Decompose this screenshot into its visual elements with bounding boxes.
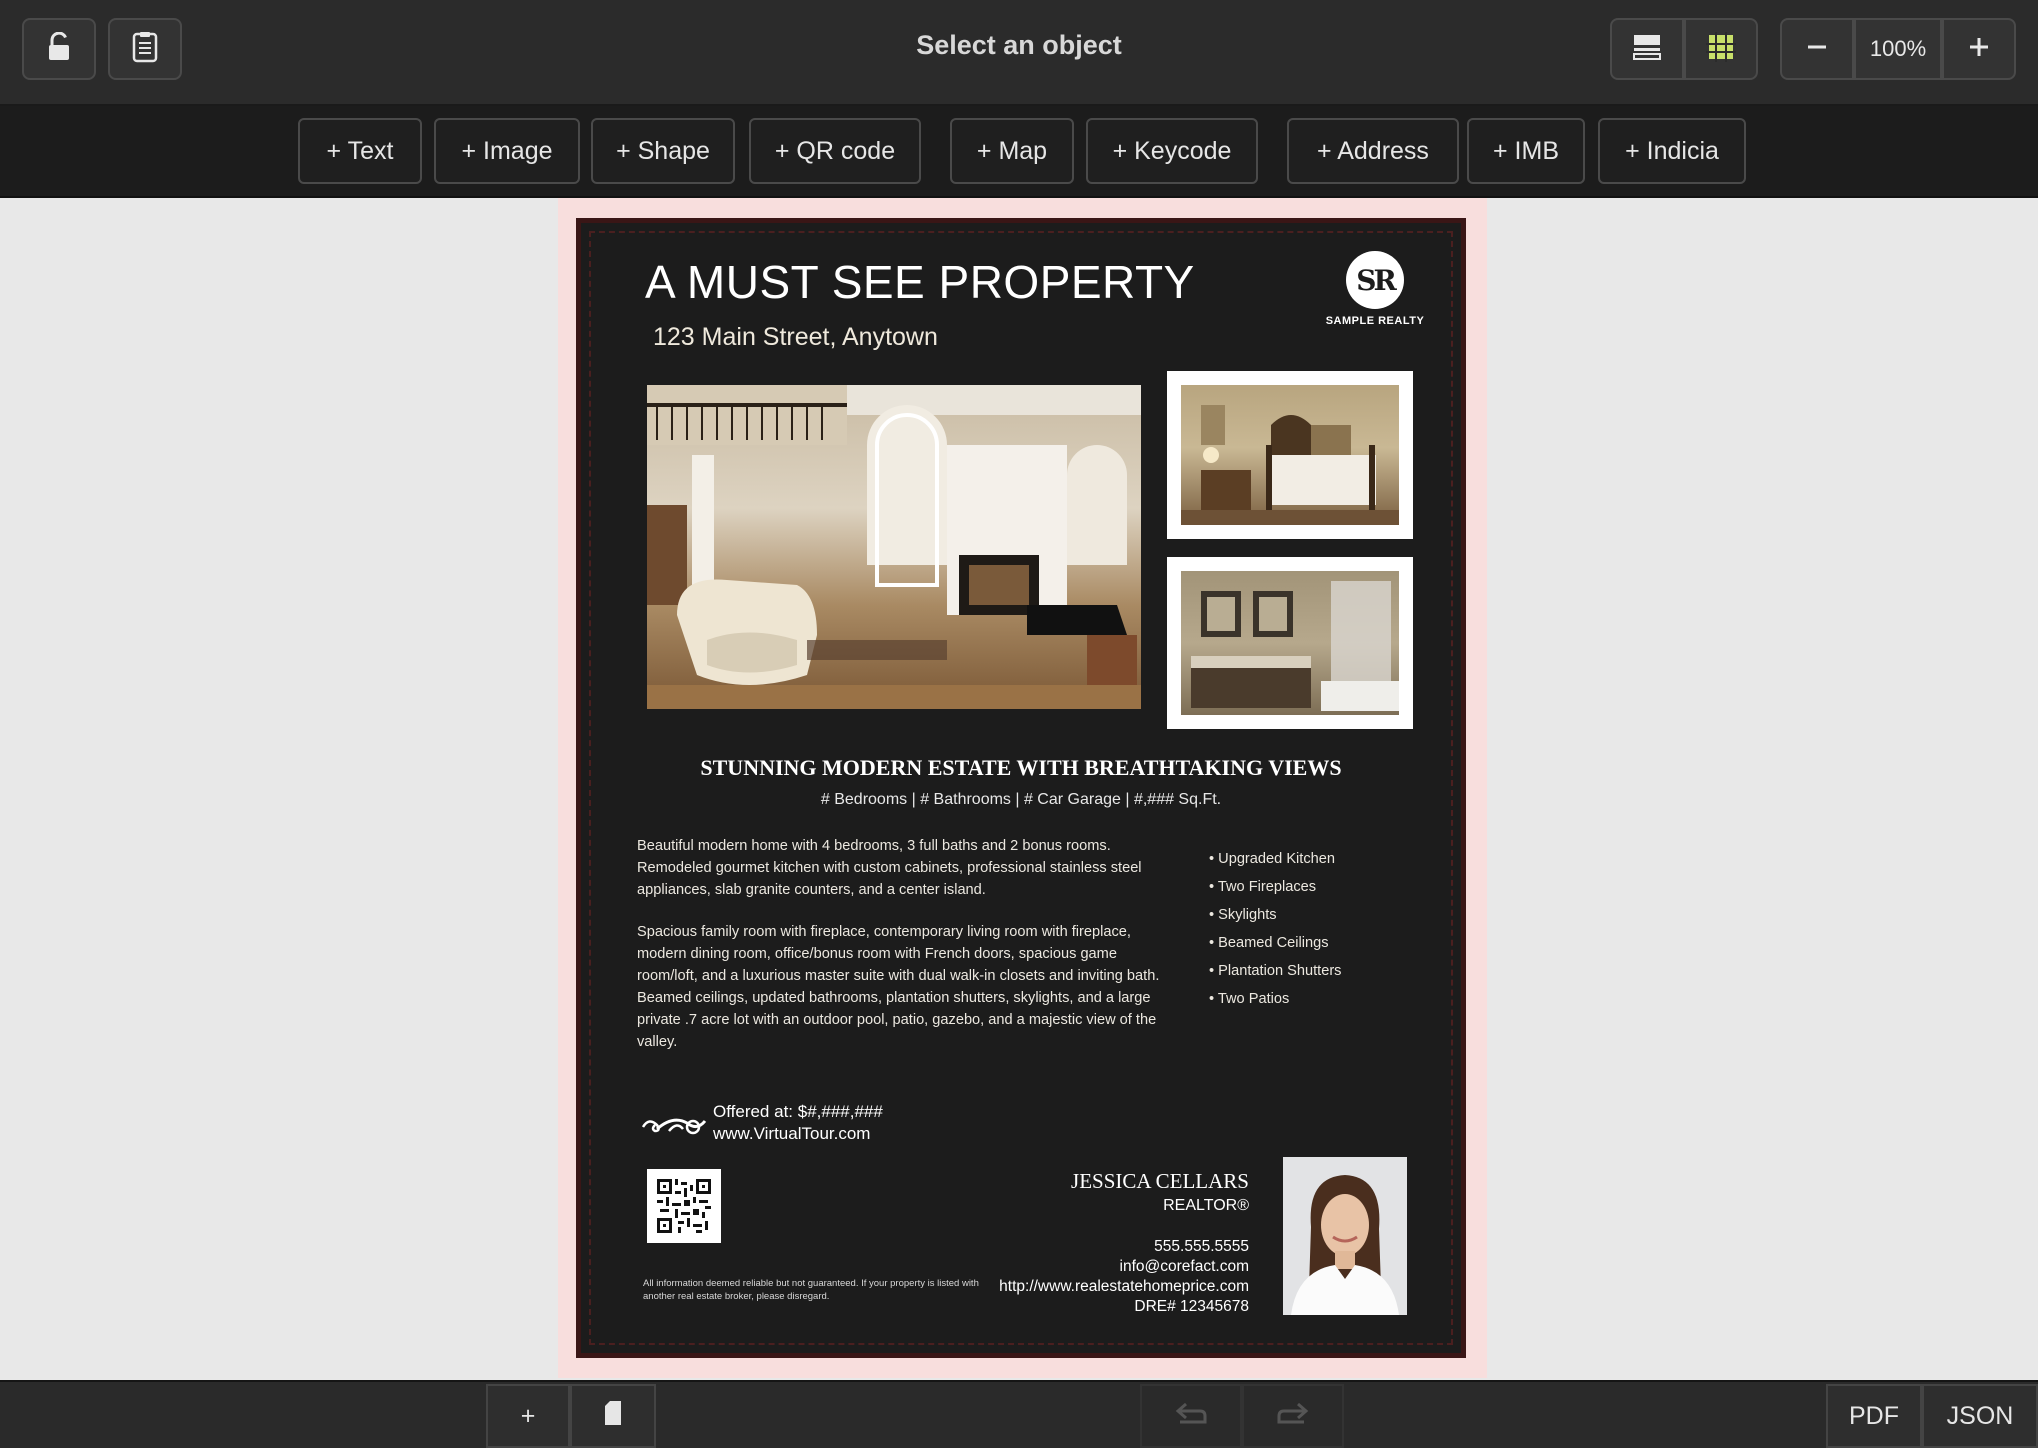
export-json-button[interactable]: JSON xyxy=(1922,1384,2038,1448)
notes-button[interactable] xyxy=(108,18,182,80)
feature-item: • Plantation Shutters xyxy=(1209,963,1342,979)
features-list[interactable]: • Upgraded Kitchen • Two Fireplaces • Sk… xyxy=(1209,845,1341,1013)
company-logo[interactable]: SR SAMPLE REALTY xyxy=(1323,251,1427,327)
offer-price: Offered at: $#,###,### xyxy=(713,1102,883,1121)
guides-button[interactable] xyxy=(1684,18,1758,80)
zoom-in-button[interactable] xyxy=(1942,18,2016,80)
offer-block[interactable]: Offered at: $#,###,### www.VirtualTour.c… xyxy=(713,1101,883,1145)
logo-text: SAMPLE REALTY xyxy=(1325,315,1425,327)
page-icon xyxy=(603,1400,623,1432)
disclaimer-text[interactable]: All information deemed reliable but not … xyxy=(643,1277,979,1303)
description-paragraph-2[interactable]: Spacious family room with fireplace, con… xyxy=(637,921,1177,1053)
living-room-photo[interactable] xyxy=(647,385,1141,709)
agent-email: info@corefact.com xyxy=(1119,1258,1249,1275)
undo-icon xyxy=(1174,1402,1208,1431)
add-indicia-button[interactable]: + Indicia xyxy=(1598,118,1746,184)
insert-toolbar: + Text + Image + Shape + QR code + Map +… xyxy=(0,106,2038,198)
agent-contact-block[interactable]: 555.555.5555 info@corefact.com http://ww… xyxy=(999,1237,1249,1317)
add-map-button[interactable]: + Map xyxy=(950,118,1074,184)
flyer-page[interactable]: A MUST SEE PROPERTY 123 Main Street, Any… xyxy=(576,218,1466,1358)
design-canvas[interactable]: A MUST SEE PROPERTY 123 Main Street, Any… xyxy=(0,198,2038,1380)
feature-item: • Two Patios xyxy=(1209,991,1290,1007)
flyer-headline[interactable]: A MUST SEE PROPERTY xyxy=(645,255,1195,309)
qr-code[interactable] xyxy=(647,1169,721,1243)
logo-mark: SR xyxy=(1346,251,1404,309)
grid-guides-icon xyxy=(1706,31,1736,67)
redo-icon xyxy=(1276,1402,1310,1431)
zoom-out-button[interactable] xyxy=(1780,18,1854,80)
plus-icon xyxy=(1967,35,1991,64)
lock-button[interactable] xyxy=(22,18,96,80)
agent-website: http://www.realestatehomeprice.com xyxy=(999,1278,1249,1295)
flourish-ornament-icon xyxy=(639,1113,709,1144)
notes-icon xyxy=(131,31,159,68)
agent-title: REALTOR® xyxy=(1163,1197,1249,1214)
unlock-icon xyxy=(46,31,72,67)
add-shape-button[interactable]: + Shape xyxy=(591,118,735,184)
agent-headshot-photo[interactable] xyxy=(1283,1157,1407,1315)
add-qr-code-button[interactable]: + QR code xyxy=(749,118,921,184)
feature-item: • Two Fireplaces xyxy=(1209,879,1317,895)
agent-name: JESSICA CELLARS xyxy=(1071,1169,1249,1193)
undo-button[interactable] xyxy=(1140,1384,1242,1448)
zoom-level[interactable]: 100% xyxy=(1854,18,1942,80)
virtual-tour-url: www.VirtualTour.com xyxy=(713,1124,871,1143)
bedroom-photo[interactable] xyxy=(1167,371,1413,539)
export-pdf-button[interactable]: PDF xyxy=(1826,1384,1922,1448)
minus-icon xyxy=(1805,35,1829,64)
add-text-button[interactable]: + Text xyxy=(298,118,422,184)
flyer-address[interactable]: 123 Main Street, Anytown xyxy=(653,323,938,352)
bottom-toolbar: + PDF JSON xyxy=(0,1380,2038,1448)
top-toolbar: Select an object 100% xyxy=(0,0,2038,106)
agent-phone: 555.555.5555 xyxy=(1154,1238,1249,1255)
add-address-button[interactable]: + Address xyxy=(1287,118,1459,184)
layout-icon xyxy=(1632,32,1662,67)
view-mode-button[interactable] xyxy=(1610,18,1684,80)
agent-license: DRE# 12345678 xyxy=(1134,1298,1249,1315)
add-keycode-button[interactable]: + Keycode xyxy=(1086,118,1258,184)
feature-item: • Skylights xyxy=(1209,907,1277,923)
description-paragraph-1[interactable]: Beautiful modern home with 4 bedrooms, 3… xyxy=(637,835,1177,901)
flyer-subheadline[interactable]: STUNNING MODERN ESTATE WITH BREATHTAKING… xyxy=(581,755,1461,781)
feature-item: • Beamed Ceilings xyxy=(1209,935,1329,951)
property-stats[interactable]: # Bedrooms | # Bathrooms | # Car Garage … xyxy=(581,791,1461,809)
add-imb-button[interactable]: + IMB xyxy=(1467,118,1585,184)
redo-button[interactable] xyxy=(1242,1384,1344,1448)
add-image-button[interactable]: + Image xyxy=(434,118,580,184)
feature-item: • Upgraded Kitchen xyxy=(1209,851,1335,867)
bathroom-photo[interactable] xyxy=(1167,557,1413,729)
agent-block[interactable]: JESSICA CELLARS REALTOR® xyxy=(1071,1167,1249,1217)
page-button[interactable] xyxy=(570,1384,656,1448)
add-page-button[interactable]: + xyxy=(486,1384,570,1448)
